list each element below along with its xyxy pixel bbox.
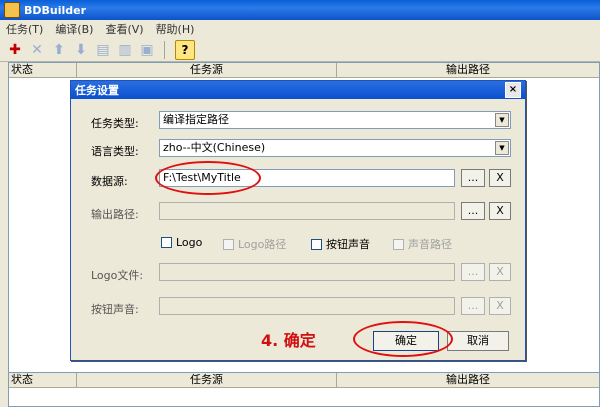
result-list[interactable]: 状态 任务源 输出路径: [8, 372, 600, 407]
logo-file-input[interactable]: [159, 263, 455, 281]
title-bar: BDBuilder: [0, 0, 600, 20]
add-icon[interactable]: ✚: [6, 41, 24, 59]
logo-file-label: Logo文件:: [91, 269, 144, 282]
sound-path-checkbox[interactable]: 声音路径: [393, 236, 452, 252]
language-value: zho--中文(Chinese): [163, 141, 266, 154]
result-list-header: 状态 任务源 输出路径: [9, 373, 599, 388]
source-highlight-ellipse: [155, 161, 261, 195]
sound-path-checkbox-label: 声音路径: [408, 238, 452, 251]
menu-view[interactable]: 查看(V): [99, 21, 149, 37]
menu-help[interactable]: 帮助(H): [150, 21, 201, 37]
sound-clear-button[interactable]: X: [489, 297, 511, 315]
delete-icon[interactable]: ✕: [28, 41, 46, 59]
task-type-label: 任务类型:: [91, 117, 139, 130]
checkbox-box[interactable]: [393, 238, 404, 250]
chevron-down-icon[interactable]: ▼: [495, 113, 509, 127]
output-path-label: 输出路径:: [91, 208, 139, 221]
task-type-select[interactable]: 编译指定路径 ▼: [159, 111, 511, 129]
source-clear-button[interactable]: X: [489, 169, 511, 187]
menu-task[interactable]: 任务(T): [0, 21, 49, 37]
cancel-button[interactable]: 取消: [447, 331, 509, 351]
app-icon: [4, 2, 20, 18]
language-label: 语言类型:: [91, 145, 139, 158]
output-path-input[interactable]: [159, 202, 455, 220]
logo-clear-button[interactable]: X: [489, 263, 511, 281]
checkbox-box[interactable]: [223, 238, 234, 250]
menu-bar: 任务(T) 编译(B) 查看(V) 帮助(H): [0, 20, 600, 39]
dialog-title: 任务设置: [75, 84, 119, 97]
ok-highlight-ellipse: [353, 321, 453, 357]
sound-browse-button[interactable]: ...: [461, 297, 485, 315]
column-output[interactable]: 输出路径: [337, 63, 599, 77]
build-all-icon[interactable]: ▥: [116, 41, 134, 59]
button-sound-label: 按钮声音:: [91, 303, 139, 316]
dialog-title-bar: 任务设置 ×: [71, 81, 525, 99]
logo-checkbox[interactable]: Logo: [161, 236, 202, 249]
column-output[interactable]: 输出路径: [337, 373, 599, 387]
source-label: 数据源:: [91, 175, 128, 188]
menu-build[interactable]: 编译(B): [49, 21, 99, 37]
column-status[interactable]: 状态: [9, 373, 77, 387]
task-settings-dialog: 任务设置 × 任务类型: 编译指定路径 ▼ 语言类型: zho--中文(Chin…: [70, 80, 526, 361]
chevron-down-icon[interactable]: ▼: [495, 141, 509, 155]
toolbar-separator: [164, 40, 165, 59]
logo-path-checkbox-label: Logo路径: [238, 238, 287, 251]
button-sound-checkbox[interactable]: 按钮声音: [311, 236, 370, 252]
move-up-icon[interactable]: ⬆: [50, 41, 68, 59]
checkbox-box[interactable]: [161, 237, 172, 248]
task-type-value: 编译指定路径: [163, 113, 229, 126]
task-list-header: 状态 任务源 输出路径: [9, 63, 599, 78]
output-browse-button[interactable]: ...: [461, 202, 485, 220]
help-icon[interactable]: ?: [175, 39, 195, 60]
logo-browse-button[interactable]: ...: [461, 263, 485, 281]
move-down-icon[interactable]: ⬇: [72, 41, 90, 59]
toolbar: ✚ ✕ ⬆ ⬇ ▤ ▥ ▣ ?: [0, 38, 600, 62]
logo-checkbox-label: Logo: [176, 236, 203, 249]
source-browse-button[interactable]: ...: [461, 169, 485, 187]
close-icon[interactable]: ×: [505, 82, 521, 98]
column-status[interactable]: 状态: [9, 63, 77, 77]
window-title: BDBuilder: [24, 3, 87, 17]
step-annotation: 4. 确定: [261, 331, 316, 350]
button-sound-checkbox-label: 按钮声音: [326, 238, 370, 251]
button-sound-input[interactable]: [159, 297, 455, 315]
column-source[interactable]: 任务源: [77, 63, 337, 77]
logo-path-checkbox[interactable]: Logo路径: [223, 236, 286, 252]
language-select[interactable]: zho--中文(Chinese) ▼: [159, 139, 511, 157]
stop-icon[interactable]: ▣: [138, 41, 156, 59]
checkbox-box[interactable]: [311, 238, 322, 250]
column-source[interactable]: 任务源: [77, 373, 337, 387]
build-icon[interactable]: ▤: [94, 41, 112, 59]
output-clear-button[interactable]: X: [489, 202, 511, 220]
